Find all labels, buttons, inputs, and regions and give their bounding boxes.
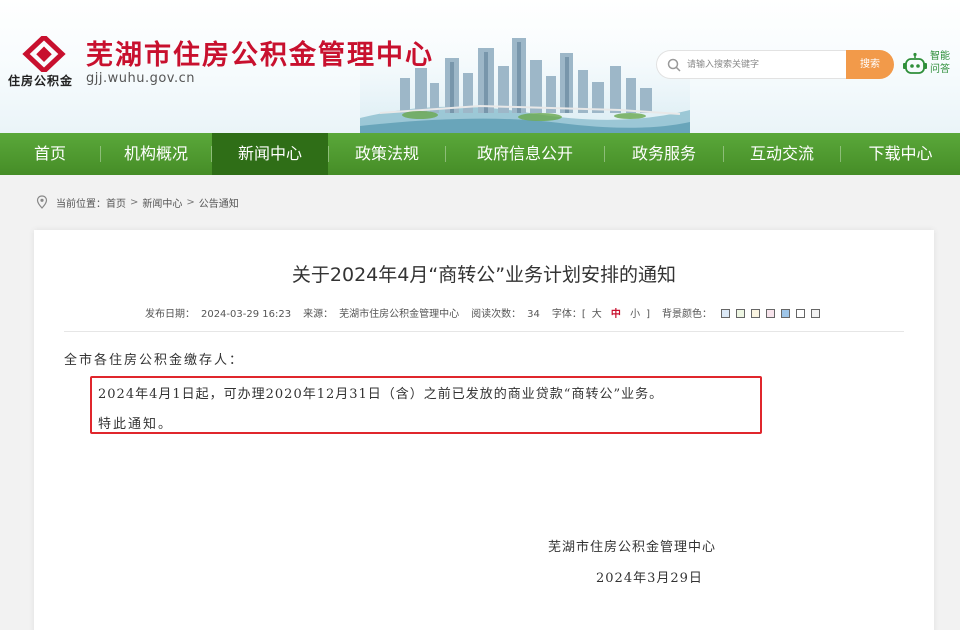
bg-color-swatch[interactable]	[736, 309, 746, 318]
assistant-label[interactable]: 智能问答	[930, 50, 956, 76]
meta-divider	[64, 331, 904, 332]
source: 芜湖市住房公积金管理中心	[339, 309, 460, 320]
font-small-button[interactable]: 小	[630, 309, 640, 320]
bg-color-swatch[interactable]	[781, 309, 791, 318]
article-body-line: 特此通知。	[98, 417, 174, 432]
search-input[interactable]	[687, 54, 837, 76]
site-header: 住房公积金 芜湖市住房公积金管理中心 gjj.wuhu.gov.cn 搜索 智能…	[0, 0, 960, 133]
site-title[interactable]: 芜湖市住房公积金管理中心	[86, 33, 434, 72]
nav-item-policies[interactable]: 政策法规	[329, 133, 445, 175]
housing-fund-diamond-logo	[22, 36, 66, 72]
nav-item-home[interactable]: 首页	[0, 133, 100, 175]
nav-item-services[interactable]: 政务服务	[605, 133, 723, 175]
breadcrumb-home[interactable]: 首页	[106, 195, 126, 210]
breadcrumb-news-center[interactable]: 新闻中心	[142, 195, 182, 210]
publish-date-label: 发布日期：	[144, 309, 195, 320]
breadcrumb-separator: >	[186, 196, 195, 208]
logo-caption: 住房公积金	[8, 74, 74, 88]
location-pin-icon	[36, 195, 48, 209]
article-body-line: 2024年4月1日起，可办理2020年12月31日（含）之前已发放的商业贷款“商…	[98, 387, 664, 402]
search-button[interactable]: 搜索	[846, 50, 894, 79]
breadcrumb-prefix: 当前位置：	[56, 198, 106, 210]
nav-item-organization[interactable]: 机构概况	[101, 133, 211, 175]
nav-item-downloads[interactable]: 下载中心	[841, 133, 960, 175]
article-card: 关于2024年4月“商转公”业务计划安排的通知 发布日期： 2024-03-29 …	[34, 230, 934, 630]
views-label: 阅读次数：	[471, 309, 522, 320]
breadcrumb-separator: >	[130, 196, 139, 208]
font-large-button[interactable]: 大	[592, 309, 602, 320]
bg-color-swatches	[718, 309, 823, 320]
breadcrumb-announcements[interactable]: 公告通知	[199, 195, 239, 210]
source-label: 来源：	[303, 309, 334, 320]
publish-date: 2024-03-29 16:23	[200, 309, 292, 320]
breadcrumb: 当前位置： 首页 > 新闻中心 > 公告通知	[36, 193, 239, 211]
nav-item-interaction[interactable]: 互动交流	[724, 133, 840, 175]
article-signature: 芜湖市住房公积金管理中心	[548, 540, 717, 555]
search-icon	[667, 58, 681, 72]
robot-icon[interactable]	[902, 52, 928, 78]
font-size-close: ]	[646, 309, 651, 320]
nav-item-news-center[interactable]: 新闻中心	[212, 133, 328, 175]
bg-color-swatch[interactable]	[796, 309, 806, 318]
font-size-label: 字体：[	[551, 309, 586, 320]
article-title: 关于2024年4月“商转公”业务计划安排的通知	[291, 264, 677, 286]
view-count: 34	[527, 309, 540, 320]
article-meta: 发布日期： 2024-03-29 16:23 来源： 芜湖市住房公积金管理中心 阅读次数…	[34, 305, 934, 320]
bg-color-swatch[interactable]	[721, 309, 731, 318]
bg-color-swatch[interactable]	[751, 309, 761, 318]
site-domain: gjj.wuhu.gov.cn	[86, 71, 195, 86]
font-medium-button[interactable]: 中	[611, 309, 621, 320]
article-salutation: 全市各住房公积金缴存人：	[64, 353, 245, 368]
nav-item-gov-info[interactable]: 政府信息公开	[446, 133, 604, 175]
bg-color-swatch[interactable]	[766, 309, 776, 318]
main-nav: 首页 机构概况 新闻中心 政策法规 政府信息公开 政务服务 互动交流 下载中心	[0, 133, 960, 175]
search-box	[656, 50, 846, 79]
article-sign-date: 2024年3月29日	[596, 571, 703, 586]
bg-color-label: 背景颜色：	[662, 309, 713, 320]
bg-color-swatch[interactable]	[811, 309, 821, 318]
page: 住房公积金 芜湖市住房公积金管理中心 gjj.wuhu.gov.cn 搜索 智能…	[0, 0, 960, 630]
